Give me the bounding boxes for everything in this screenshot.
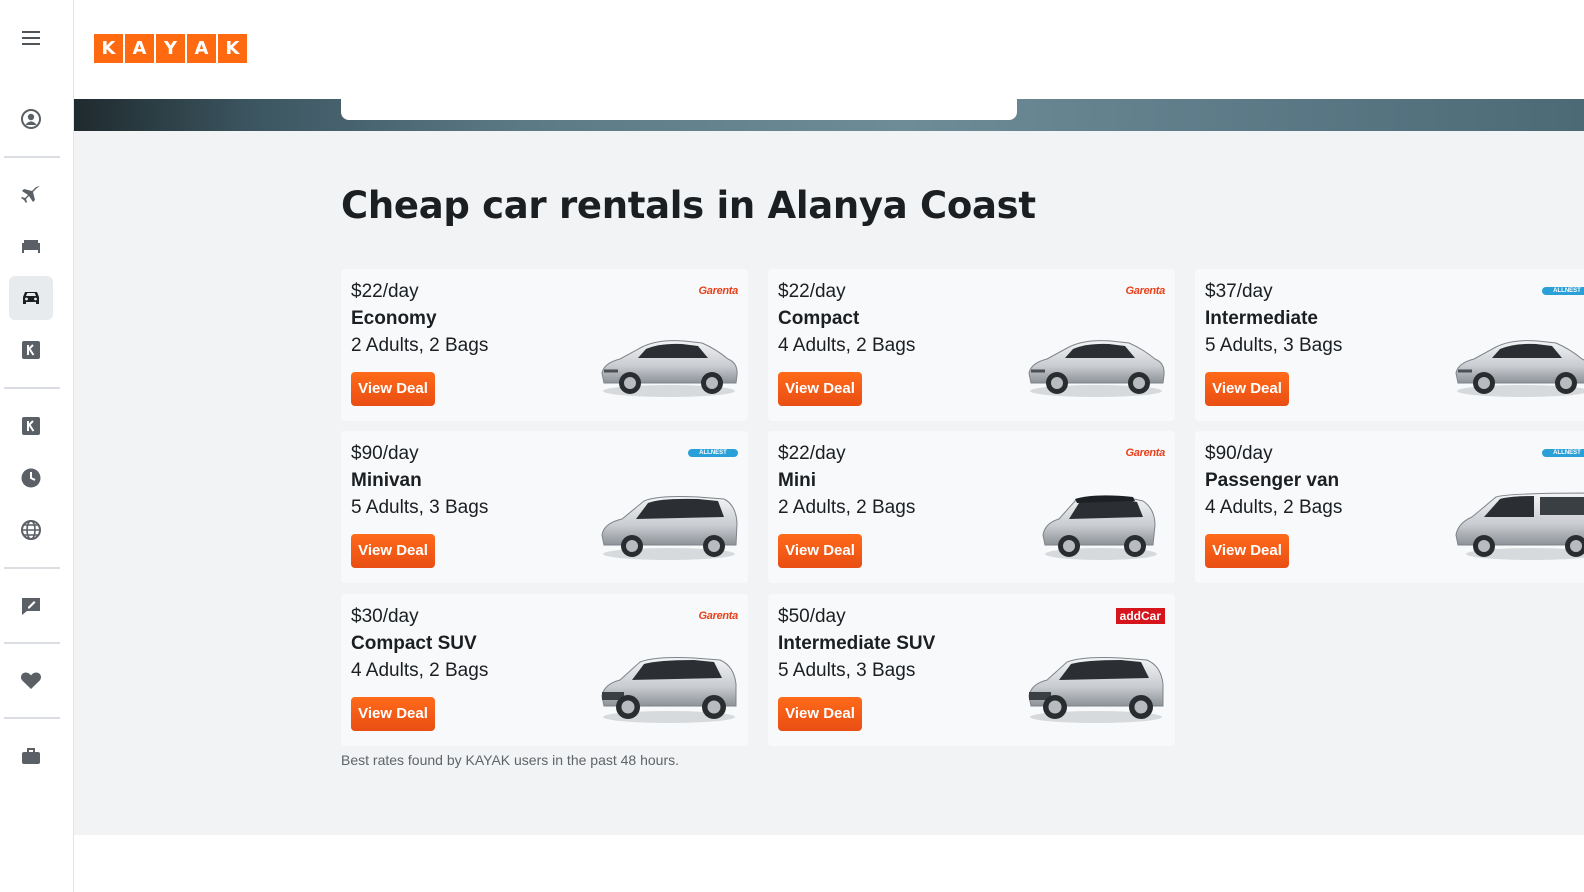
provider-logo: ALLNEST (688, 449, 738, 457)
view-deal-button[interactable]: View Deal (351, 697, 435, 731)
car-image (601, 496, 738, 560)
provider-logo: ALLNEST (1542, 287, 1584, 295)
view-deal-button[interactable]: View Deal (1205, 372, 1289, 406)
capacity: 4 Adults, 2 Bags (778, 335, 916, 356)
provider-brand: addCar (1115, 608, 1165, 624)
top-header: K A Y A K (74, 0, 1584, 99)
deal-card[interactable]: $90/day Minivan 5 Adults, 3 Bags View Deal A… (341, 431, 748, 583)
sidebar-divider (4, 717, 60, 719)
price-per-day: $37/day (1205, 281, 1273, 302)
hero-image (74, 99, 1584, 131)
price-per-day: $22/day (778, 443, 846, 464)
deal-card[interactable]: $50/day Intermediate SUV 5 Adults, 3 Bags V… (768, 594, 1175, 746)
price-per-day: $22/day (778, 281, 846, 302)
provider-logo: Garenta (698, 610, 739, 622)
price-per-day: $90/day (351, 443, 419, 464)
car-image (1455, 340, 1584, 397)
car-image (1455, 492, 1584, 560)
view-deal-button[interactable]: View Deal (351, 372, 435, 406)
provider-brand: ALLNEST (1542, 283, 1584, 299)
deal-card[interactable]: $37/day Intermediate 5 Adults, 3 Bags View … (1195, 269, 1584, 421)
car-type: Intermediate SUV (778, 633, 936, 654)
view-deal-button[interactable]: View Deal (351, 534, 435, 568)
heart-icon[interactable] (9, 658, 53, 702)
price-per-day: $50/day (778, 606, 846, 627)
provider-logo: ALLNEST (1542, 449, 1584, 457)
capacity: 5 Adults, 3 Bags (1205, 335, 1343, 356)
provider-logo: Garenta (1125, 447, 1166, 459)
car-type: Minivan (351, 470, 422, 491)
kayak-logo[interactable]: K A Y A K (94, 34, 247, 63)
account-icon[interactable] (9, 97, 53, 141)
provider-logo: addCar (1115, 608, 1165, 624)
car-type: Passenger van (1205, 470, 1340, 491)
car-type: Intermediate (1205, 308, 1318, 329)
menu-icon[interactable] (9, 16, 53, 60)
capacity: 5 Adults, 3 Bags (351, 497, 489, 518)
deal-card[interactable]: $22/day Compact 4 Adults, 2 Bags View Deal G… (768, 269, 1175, 421)
sidebar-divider (4, 642, 60, 644)
cars-icon[interactable] (9, 276, 53, 320)
deal-card[interactable]: $22/day Economy 2 Adults, 2 Bags View Deal G… (341, 269, 748, 421)
sidebar-divider (4, 567, 60, 569)
deal-card[interactable]: $30/day Compact SUV 4 Adults, 2 Bags View D… (341, 594, 748, 746)
sidebar-divider (4, 387, 60, 389)
capacity: 4 Adults, 2 Bags (1205, 497, 1343, 518)
car-type: Mini (778, 470, 816, 491)
capacity: 5 Adults, 3 Bags (778, 660, 916, 681)
briefcase-icon[interactable] (9, 734, 53, 778)
feedback-icon[interactable] (9, 584, 53, 628)
globe-icon[interactable] (9, 508, 53, 552)
rates-footnote: Best rates found by KAYAK users in the p… (341, 752, 680, 768)
capacity: 4 Adults, 2 Bags (351, 660, 489, 681)
car-type: Compact SUV (351, 633, 477, 654)
view-deal-button[interactable]: View Deal (1205, 534, 1289, 568)
sidebar (0, 0, 74, 892)
stays-icon[interactable] (9, 224, 53, 268)
car-image (601, 340, 738, 397)
car-image (1028, 340, 1165, 397)
deal-card[interactable]: $22/day Mini 2 Adults, 2 Bags View Deal Gare… (768, 431, 1175, 583)
provider-brand: ALLNEST (1542, 445, 1584, 461)
sidebar-divider (4, 156, 60, 158)
capacity: 2 Adults, 2 Bags (351, 335, 489, 356)
page-footer-area (74, 835, 1584, 892)
car-image (1028, 657, 1164, 723)
provider-brand: Garenta (1125, 283, 1166, 299)
section-title: Cheap car rentals in Alanya Coast (341, 184, 1036, 227)
provider-brand: Garenta (1125, 445, 1166, 461)
car-image (601, 657, 737, 723)
provider-brand: Garenta (698, 608, 739, 624)
view-deal-button[interactable]: View Deal (778, 372, 862, 406)
view-deal-button[interactable]: View Deal (778, 534, 862, 568)
provider-brand: Garenta (698, 283, 739, 299)
provider-logo: Garenta (1125, 285, 1166, 297)
price-per-day: $22/day (351, 281, 419, 302)
search-form-bottom (341, 99, 1017, 120)
provider-brand: ALLNEST (688, 445, 738, 461)
capacity: 2 Adults, 2 Bags (778, 497, 916, 518)
car-type: Compact (778, 308, 860, 329)
price-per-day: $30/day (351, 606, 419, 627)
trips-icon[interactable] (9, 456, 53, 500)
packages-icon[interactable] (9, 328, 53, 372)
flights-icon[interactable] (9, 172, 53, 216)
price-per-day: $90/day (1205, 443, 1273, 464)
car-type: Economy (351, 308, 437, 329)
provider-logo: Garenta (698, 285, 739, 297)
view-deal-button[interactable]: View Deal (778, 697, 862, 731)
explore-icon[interactable] (9, 404, 53, 448)
deal-card[interactable]: $90/day Passenger van 4 Adults, 2 Bags View… (1195, 431, 1584, 583)
car-image (1042, 495, 1157, 560)
